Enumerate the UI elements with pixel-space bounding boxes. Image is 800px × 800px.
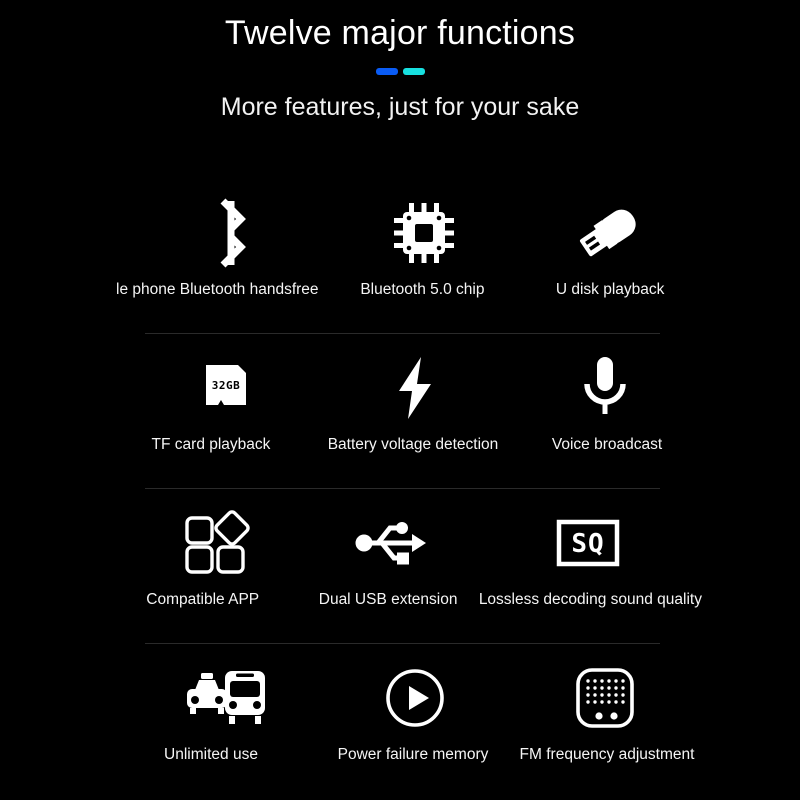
accent-bar-secondary (402, 68, 425, 75)
sound-quality-icon: SQ (556, 500, 620, 586)
microsd-card-icon: 32GB (194, 345, 256, 431)
feature-label: TF card playback (151, 436, 271, 453)
feature-label: Unlimited use (164, 746, 258, 763)
page-title: Twelve major functions (224, 14, 576, 52)
taxi-bus-icon (181, 655, 269, 741)
feature-row: le phone Bluetooth handsfree Bluetooth 5… (0, 178, 800, 333)
feature-cell[interactable]: Bluetooth 5.0 chip (333, 178, 517, 333)
feature-label: le phone Bluetooth handsfree (116, 281, 319, 298)
feature-row: Unlimited use Power failure memory FM fr… (0, 643, 800, 798)
app-grid-icon (182, 500, 252, 586)
page-subtitle: More features, just for your sake (220, 93, 580, 121)
feature-label: FM frequency adjustment (519, 746, 695, 763)
feature-label: Compatible APP (146, 591, 260, 608)
chip-icon (388, 190, 460, 276)
lightning-bolt-icon (391, 345, 439, 431)
promo-page: Twelve major functions More features, ju… (0, 0, 800, 800)
feature-cell[interactable]: SQ Lossless decoding sound quality (477, 488, 702, 643)
page-header: Twelve major functions More features, ju… (0, 0, 800, 123)
feature-cell[interactable]: 32GB TF card playback (130, 333, 320, 488)
feature-grid: le phone Bluetooth handsfree Bluetooth 5… (0, 178, 800, 798)
microphone-icon (576, 345, 634, 431)
usb-trident-icon (350, 500, 430, 586)
usb-flash-drive-icon (570, 190, 646, 276)
header-accent-divider (372, 68, 428, 75)
feature-label: Bluetooth 5.0 chip (360, 281, 485, 298)
play-circle-icon (384, 655, 446, 741)
feature-cell[interactable]: U disk playback (516, 178, 700, 333)
feature-cell[interactable]: Unlimited use (130, 643, 320, 798)
accent-bar-primary (375, 68, 398, 75)
feature-cell[interactable]: Voice broadcast (510, 333, 700, 488)
feature-row: 32GB TF card playback Battery voltage de… (0, 333, 800, 488)
feature-cell[interactable]: FM frequency adjustment (510, 643, 700, 798)
microsd-capacity-text: 32GB (212, 379, 241, 392)
feature-row: Compatible APP Dual USB extension SQ Los… (0, 488, 800, 643)
bluetooth-icon (203, 190, 259, 276)
fm-radio-icon (574, 655, 636, 741)
feature-cell[interactable]: le phone Bluetooth handsfree (116, 178, 333, 333)
feature-cell[interactable]: Dual USB extension (303, 488, 476, 643)
feature-label: Power failure memory (337, 746, 489, 763)
feature-label: Dual USB extension (318, 591, 458, 608)
feature-label: Battery voltage detection (327, 436, 499, 453)
sound-quality-badge-text: SQ (572, 529, 605, 559)
feature-cell[interactable]: Battery voltage detection (320, 333, 510, 488)
feature-label: Lossless decoding sound quality (478, 591, 702, 608)
feature-cell[interactable]: Power failure memory (320, 643, 510, 798)
feature-cell[interactable]: Compatible APP (130, 488, 303, 643)
feature-label: Voice broadcast (551, 436, 663, 453)
feature-label: U disk playback (555, 281, 665, 298)
